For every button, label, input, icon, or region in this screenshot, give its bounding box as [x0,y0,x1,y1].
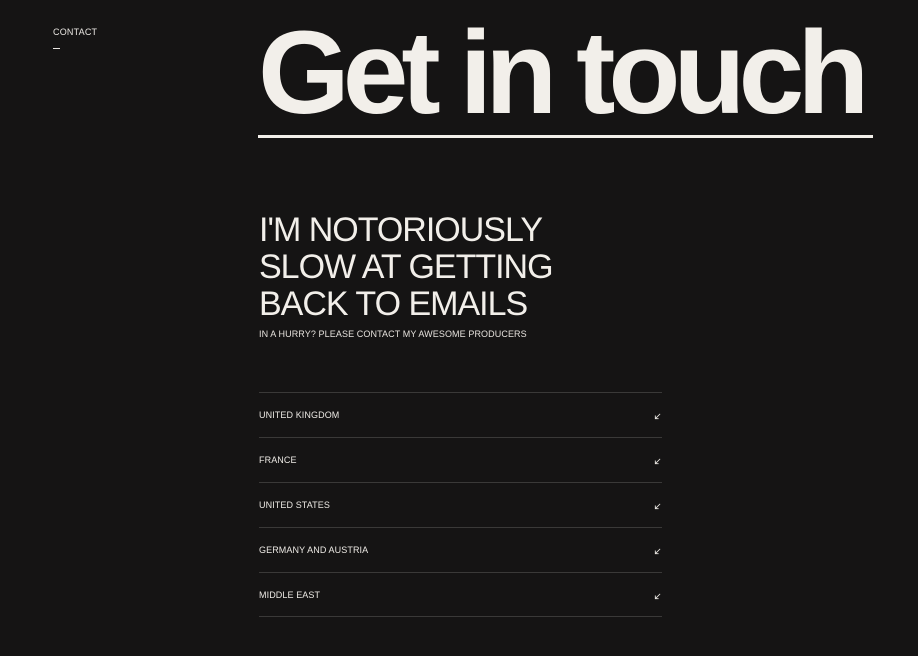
page-title: Get in touch [258,7,869,139]
intro-headline-line-2: SLOW AT GETTING [259,248,554,286]
intro-headline-line-3: BACK TO EMAILS [259,285,528,323]
arrow-down-left-icon [654,458,661,465]
producer-region-label: FRANCE [259,455,297,465]
intro-headline: I'M NOTORIOUSLY SLOW AT GETTING BACK TO … [259,212,679,323]
producer-region-label: UNITED KINGDOM [259,410,340,420]
producer-region-label: GERMANY AND AUSTRIA [259,545,369,555]
producer-row-france[interactable]: FRANCE [259,437,662,482]
section-label-contact[interactable]: CONTACT [53,27,143,37]
producer-row-middle-east[interactable]: MIDDLE EAST [259,572,662,617]
intro-headline-line-1: I'M NOTORIOUSLY [259,211,543,249]
arrow-down-left-icon [654,413,661,420]
hero: Get in touch [258,7,873,139]
side-nav: CONTACT [53,27,143,49]
producer-row-united-kingdom[interactable]: UNITED KINGDOM [259,392,662,437]
producer-region-label: UNITED STATES [259,500,330,510]
page: CONTACT Get in touch I'M NOTORIOUSLY SLO… [0,0,918,656]
producer-region-label: MIDDLE EAST [259,589,321,600]
arrow-down-left-icon [654,593,661,599]
intro: I'M NOTORIOUSLY SLOW AT GETTING BACK TO … [259,212,679,340]
arrow-down-left-icon [654,503,661,510]
title-underline [258,135,873,138]
section-indicator-dash [53,48,60,49]
producer-row-united-states[interactable]: UNITED STATES [259,482,662,527]
producer-list: UNITED KINGDOM FRANCE UNITED STATES GERM… [259,392,662,617]
producer-row-germany-austria[interactable]: GERMANY AND AUSTRIA [259,527,662,572]
intro-subtext: IN A HURRY? PLEASE CONTACT MY AWESOME PR… [259,329,527,339]
arrow-down-left-icon [654,548,661,555]
